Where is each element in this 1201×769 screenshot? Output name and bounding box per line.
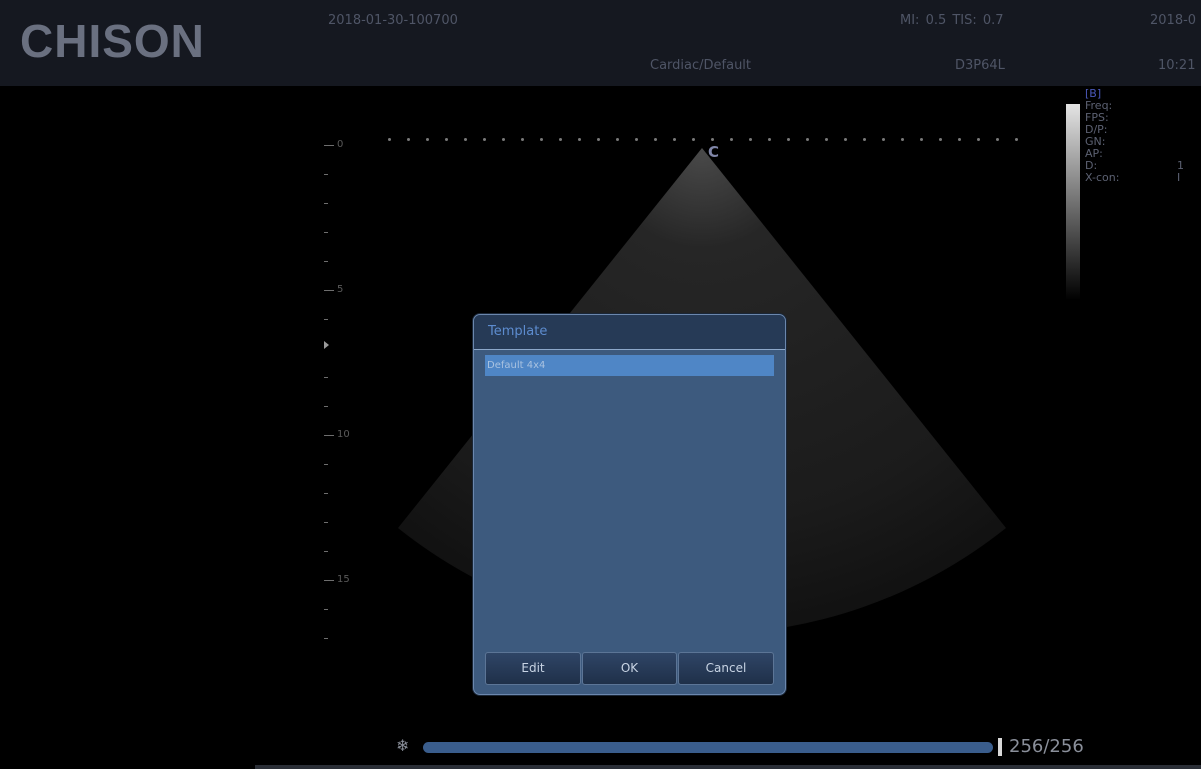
scale-dot [844, 138, 847, 141]
scale-dot [692, 138, 695, 141]
depth-label-5: 5 [337, 284, 344, 295]
scale-dot [540, 138, 543, 141]
header-bar: CHISON 2018-01-30-100700 Cardiac/Default… [0, 0, 1201, 86]
probe-label: D3P64L [955, 58, 1005, 73]
scale-dot [825, 138, 828, 141]
date-label: 2018-0 [1150, 13, 1197, 28]
depth-tick-major [324, 290, 334, 291]
depth-tick [324, 406, 328, 407]
param-label: X-con: [1085, 171, 1120, 184]
chison-logo: CHISON [20, 15, 205, 67]
scale-dot [521, 138, 524, 141]
time-label: 10:21 [1158, 58, 1196, 73]
depth-tick [324, 522, 328, 523]
ok-button[interactable]: OK [582, 652, 677, 685]
scale-dot [635, 138, 638, 141]
scale-dot [483, 138, 486, 141]
scale-dot [939, 138, 942, 141]
depth-label-15: 15 [337, 574, 350, 585]
scale-dot [388, 138, 391, 141]
depth-tick [324, 232, 328, 233]
cine-slider-handle[interactable] [998, 738, 1002, 756]
depth-tick [324, 261, 328, 262]
top-dotted-scale [388, 138, 1028, 142]
cine-frame-counter: 256/256 [1009, 736, 1084, 757]
scale-dot [882, 138, 885, 141]
scale-dot [578, 138, 581, 141]
exam-id: 2018-01-30-100700 [328, 13, 458, 28]
preset-label: Cardiac/Default [650, 58, 752, 73]
scale-dot [730, 138, 733, 141]
depth-label-10: 10 [337, 429, 350, 440]
param-value: I [1177, 171, 1181, 184]
depth-tick [324, 203, 328, 204]
template-list-item[interactable]: Default 4x4 [485, 355, 774, 376]
depth-tick [324, 174, 328, 175]
scale-dot [464, 138, 467, 141]
scale-dot [920, 138, 923, 141]
depth-tick-major [324, 580, 334, 581]
scale-dot [768, 138, 771, 141]
mi-tis-readout: MI: 0.5 TIS: 0.7 [900, 13, 1004, 28]
scale-dot [1015, 138, 1018, 141]
scale-dot [749, 138, 752, 141]
scale-dot [977, 138, 980, 141]
depth-tick-major [324, 145, 334, 146]
param-row-xcon: X-con: I [1085, 172, 1201, 184]
dialog-title: Template [474, 315, 785, 350]
edit-button[interactable]: Edit [485, 652, 581, 685]
bottom-status-strip [255, 765, 1201, 769]
dialog-button-row: Edit OK Cancel [485, 652, 774, 685]
template-dialog: Template Default 4x4 Edit OK Cancel [473, 314, 786, 695]
orientation-marker: C [708, 143, 720, 161]
scale-dot [559, 138, 562, 141]
scale-dot [502, 138, 505, 141]
scale-dot [806, 138, 809, 141]
scale-dot [426, 138, 429, 141]
cine-progress-bar[interactable] [423, 742, 993, 753]
depth-label-0: 0 [337, 139, 344, 150]
scale-dot [673, 138, 676, 141]
scale-dot [407, 138, 410, 141]
scale-dot [711, 138, 714, 141]
scale-dot [996, 138, 999, 141]
depth-tick [324, 319, 328, 320]
depth-tick [324, 464, 328, 465]
scale-dot [787, 138, 790, 141]
scale-dot [654, 138, 657, 141]
imaging-params-panel: [B] Freq: FPS: D/P: GN: AP: D: 1 X-con: I [1085, 88, 1201, 184]
depth-tick [324, 638, 328, 639]
scale-dot [863, 138, 866, 141]
scale-dot [597, 138, 600, 141]
scale-dot [901, 138, 904, 141]
depth-tick [324, 493, 328, 494]
focus-marker-icon[interactable] [324, 341, 329, 349]
grayscale-bar [1066, 104, 1080, 300]
scale-dot [958, 138, 961, 141]
scale-dot [616, 138, 619, 141]
cancel-button[interactable]: Cancel [678, 652, 774, 685]
scale-dot [445, 138, 448, 141]
depth-ruler: 0 5 10 15 [324, 139, 364, 660]
depth-tick [324, 377, 328, 378]
depth-tick [324, 551, 328, 552]
depth-tick [324, 609, 328, 610]
template-list[interactable]: Default 4x4 [485, 355, 774, 635]
depth-tick-major [324, 435, 334, 436]
freeze-snowflake-icon: ❄ [396, 736, 410, 755]
